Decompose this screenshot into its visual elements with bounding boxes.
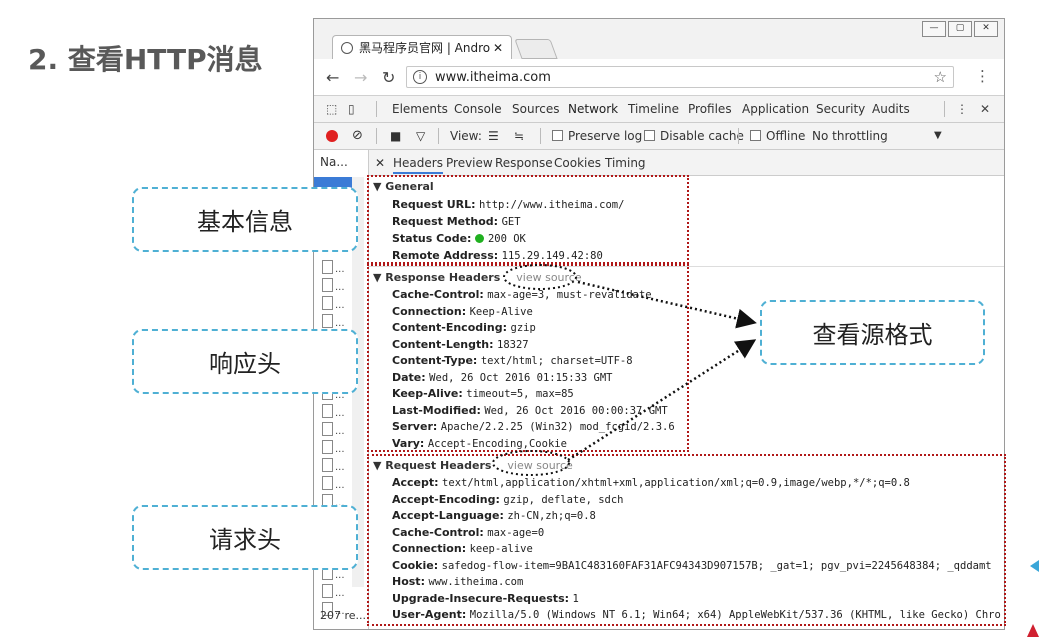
arrow-line (567, 339, 757, 462)
arrow-line (577, 280, 757, 329)
view-source-circle (492, 450, 570, 476)
annotation-arrows (492, 264, 1039, 637)
corner-triangle (1027, 624, 1039, 637)
corner-triangle (1030, 560, 1039, 572)
view-source-circle (503, 264, 577, 290)
